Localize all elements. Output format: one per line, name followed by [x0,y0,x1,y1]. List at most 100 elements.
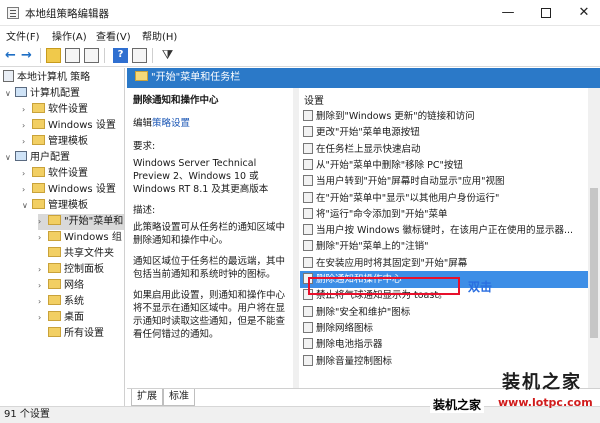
tree-desktop[interactable]: › 桌面 [38,310,84,326]
tree-uc-windows[interactable]: › Windows 设置 [22,182,116,198]
setting-policy-icon [303,175,313,187]
setting-row[interactable]: 删除网络图标 [300,320,588,337]
menu-help[interactable]: 帮助(H) [142,28,177,43]
tree-windows-components[interactable]: › Windows 组 [38,230,122,246]
folder-open-icon [135,71,148,81]
collapse-icon[interactable]: ∨ [22,198,32,214]
requirements-text: Windows Server Technical Preview 2、Windo… [133,158,269,195]
minimize-button[interactable]: — [490,0,526,26]
folder-icon [48,247,61,257]
setting-policy-icon [303,158,313,170]
section-title: "开始"菜单和任务栏 [151,72,241,83]
maximize-button[interactable] [528,0,564,26]
menu-file[interactable]: 文件(F) [6,28,40,43]
description-label: 描述: [133,205,156,216]
setting-row[interactable]: 当用户按 Windows 徽标键时，在该用户正在使用的显示器... [300,222,588,239]
setting-label: 在安装应用时将其固定到"开始"屏幕 [316,257,468,269]
setting-policy-icon [303,338,313,350]
setting-policy-icon [303,273,313,284]
back-arrow-icon[interactable]: ← [5,48,20,63]
menu-action[interactable]: 操作(A) [52,28,87,43]
help-icon[interactable]: ? [113,48,128,63]
forward-arrow-icon[interactable]: → [21,48,36,63]
tree-computer-config[interactable]: ∨ 计算机配置 [5,86,80,102]
expand-icon[interactable]: › [38,278,48,294]
setting-label: 将"运行"命令添加到"开始"菜单 [316,208,448,220]
setting-row[interactable]: 删除"安全和维护"图标 [300,304,588,321]
expand-icon[interactable]: › [38,294,48,310]
folder-icon [32,119,45,129]
edit-policy-link[interactable]: 策略设置 [152,118,190,129]
navigation-tree: 本地计算机 策略 ∨ 计算机配置 › 软件设置 › Windows 设置 › 管理模板 … [0,68,125,408]
expand-icon[interactable]: › [22,102,32,118]
setting-policy-icon [303,305,313,317]
setting-row[interactable]: 在"开始"菜单中"显示"以其他用户身份运行" [300,190,588,207]
properties-icon[interactable] [132,48,147,63]
tree-root[interactable]: 本地计算机 策略 [3,70,90,86]
setting-row[interactable]: 将"运行"命令添加到"开始"菜单 [300,206,588,223]
tab-extended[interactable]: 扩展 [131,389,163,406]
section-header: "开始"菜单和任务栏 [127,68,600,88]
collapse-icon[interactable]: ∨ [5,150,15,166]
tree-start-menu[interactable]: › "开始"菜单和 [38,214,124,230]
setting-row[interactable]: 删除"开始"菜单上的"注销" [300,238,588,255]
folder-icon [48,263,61,273]
setting-policy-icon [303,224,313,236]
expand-icon[interactable]: › [22,182,32,198]
expand-icon[interactable]: › [22,166,32,182]
up-folder-icon[interactable] [46,48,61,63]
description-pane: 删除通知和操作中心 编辑策略设置 要求: Windows Server Tech… [127,88,293,388]
setting-policy-icon [303,207,313,219]
description-para2: 通知区域位于任务栏的最远端，其中包括当前通知和系统时钟的图标。 [133,256,286,280]
tree-control-panel[interactable]: › 控制面板 [38,262,104,278]
tree-user-config[interactable]: ∨ 用户配置 [5,150,70,166]
folder-icon [32,183,45,193]
tree-all-settings[interactable]: 所有设置 [38,326,104,342]
description-scrollbar[interactable] [293,88,299,388]
setting-row[interactable]: 在安装应用时将其固定到"开始"屏幕 [300,255,588,272]
watermark-site-name: 装机之家 [430,396,485,413]
close-button[interactable]: ✕ [566,0,600,26]
setting-row[interactable]: 删除电池指示器 [300,336,588,353]
setting-row[interactable]: 从"开始"菜单中删除"移除 PC"按钮 [300,157,588,174]
setting-label: 更改"开始"菜单电源按钮 [316,127,420,139]
expand-icon[interactable]: › [38,214,48,230]
folder-icon [48,295,61,305]
setting-row[interactable]: 删除通知和操作中心 [300,271,588,288]
show-hide-tree-icon[interactable] [65,48,80,63]
tree-cc-admin[interactable]: › 管理模板 [22,134,88,150]
setting-row[interactable]: 当用户转到"开始"屏幕时自动显示"应用"视图 [300,173,588,190]
expand-icon[interactable]: › [22,118,32,134]
scrollbar-thumb[interactable] [590,188,598,338]
tab-standard[interactable]: 标准 [163,389,195,406]
setting-label: 禁止将气球通知显示为 toast。 [316,290,448,302]
expand-icon[interactable]: › [22,134,32,150]
tree-cc-software[interactable]: › 软件设置 [22,102,88,118]
settings-scrollbar[interactable] [588,88,600,388]
filter-icon[interactable]: ⧩ [160,48,175,63]
collapse-icon[interactable]: ∨ [5,86,15,102]
expand-icon[interactable]: › [38,230,48,246]
tree-shared-folders[interactable]: 共享文件夹 [38,246,114,262]
export-list-icon[interactable] [84,48,99,63]
setting-row[interactable]: 在任务栏上显示快速启动 [300,141,588,158]
setting-row[interactable]: 禁止将气球通知显示为 toast。 [300,287,588,304]
setting-label: 删除音量控制图标 [316,355,393,367]
edit-policy-line: 编辑策略设置 [133,118,191,129]
expand-icon[interactable]: › [38,310,48,326]
setting-label: 当用户按 Windows 徽标键时，在该用户正在使用的显示器... [316,225,574,237]
setting-policy-icon [303,240,313,252]
setting-row[interactable]: 删除到"Windows 更新"的链接和访问 [300,108,588,125]
settings-column-header[interactable]: 设置 [304,92,324,107]
tree-network[interactable]: › 网络 [38,278,84,294]
setting-row[interactable]: 更改"开始"菜单电源按钮 [300,124,588,141]
tree-cc-windows[interactable]: › Windows 设置 [22,118,116,134]
menu-view[interactable]: 查看(V) [96,28,131,43]
tree-system[interactable]: › 系统 [38,294,84,310]
expand-icon[interactable]: › [38,262,48,278]
folder-icon [48,231,61,241]
tree-uc-software[interactable]: › 软件设置 [22,166,88,182]
tree-uc-admin[interactable]: ∨ 管理模板 [22,198,88,214]
folder-icon [32,167,45,177]
setting-label: 删除电池指示器 [316,339,383,351]
